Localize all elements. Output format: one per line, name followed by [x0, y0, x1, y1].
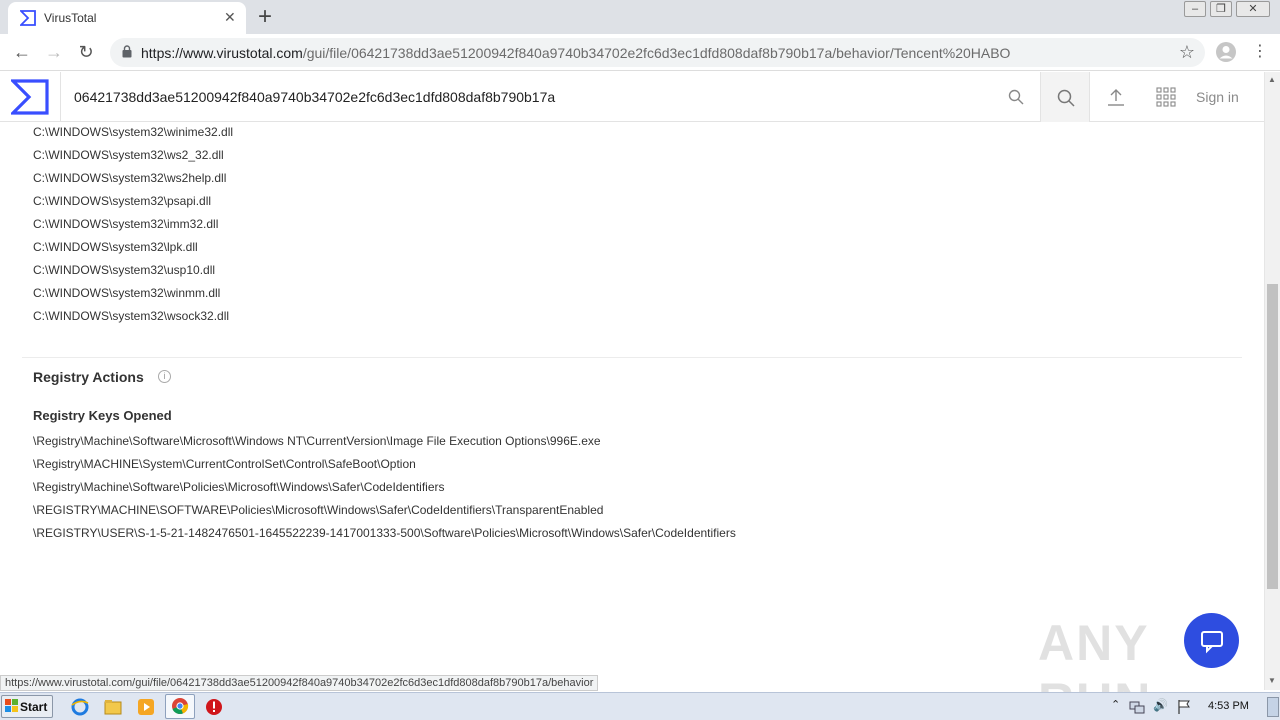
sign-in-link[interactable]: Sign in [1196, 89, 1239, 105]
registry-key: \Registry\MACHINE\System\CurrentControlS… [33, 457, 416, 471]
divider [60, 72, 61, 122]
media-player-icon[interactable] [136, 697, 156, 717]
scroll-up-arrow-icon[interactable]: ▲ [1268, 75, 1276, 84]
section-divider [22, 357, 1242, 358]
show-desktop-button[interactable] [1267, 697, 1279, 717]
browser-menu-icon[interactable]: ⋮ [1248, 40, 1272, 64]
dll-path: C:\WINDOWS\system32\lpk.dll [33, 240, 198, 254]
new-tab-button[interactable]: + [258, 3, 272, 31]
forward-arrow-icon[interactable]: → [42, 40, 66, 64]
registry-key: \REGISTRY\USER\S-1-5-21-1482476501-16455… [33, 526, 736, 540]
reload-icon[interactable]: ↻ [74, 40, 98, 64]
close-window-button[interactable]: ✕ [1236, 1, 1270, 17]
back-arrow-icon[interactable]: ← [10, 40, 34, 64]
browser-tab-strip: VirusTotal ✕ + – ❐ ✕ [0, 0, 1280, 34]
page-scrollbar[interactable]: ▲ ▼ [1264, 72, 1280, 690]
registry-key: \Registry\Machine\Software\Microsoft\Win… [33, 434, 601, 448]
url-text: https://www.virustotal.com/gui/file/0642… [141, 45, 1010, 61]
scroll-down-arrow-icon[interactable]: ▼ [1268, 676, 1276, 685]
bookmark-star-icon[interactable]: ☆ [1179, 42, 1195, 63]
behavior-content: C:\WINDOWS\system32\winime32.dll C:\WIND… [0, 122, 1264, 675]
chat-bubble-icon[interactable] [1184, 613, 1239, 668]
start-button[interactable]: Start [1, 695, 53, 718]
dll-path: C:\WINDOWS\system32\winime32.dll [33, 125, 234, 139]
windows-taskbar: Start ⌃ 🔊 4:53 PM [0, 692, 1280, 720]
dll-path: C:\WINDOWS\system32\winmm.dll [33, 286, 221, 300]
browser-toolbar: ← → ↻ https://www.virustotal.com/gui/fil… [0, 34, 1280, 71]
virustotal-logo-icon[interactable] [11, 79, 49, 115]
restore-window-button[interactable]: ❐ [1210, 1, 1232, 17]
dll-path: C:\WINDOWS\system32\usp10.dll [33, 263, 216, 277]
virustotal-favicon-icon [20, 10, 36, 26]
profile-avatar-icon[interactable] [1215, 41, 1237, 63]
upload-icon[interactable] [1106, 87, 1126, 107]
search-icon[interactable] [1008, 89, 1024, 105]
registry-actions-title: Registry Actions [33, 369, 144, 385]
dll-path: C:\WINDOWS\system32\psapi.dll [33, 194, 212, 208]
chrome-icon [172, 698, 189, 715]
dll-path: C:\WINDOWS\system32\wsock32.dll [33, 309, 230, 323]
taskbar-clock[interactable]: 4:53 PM [1208, 700, 1249, 712]
search-icon [1057, 89, 1075, 107]
show-hidden-icons-icon[interactable]: ⌃ [1111, 698, 1120, 711]
apps-grid-icon[interactable] [1156, 87, 1176, 107]
dll-path: C:\WINDOWS\system32\ws2help.dll [33, 171, 227, 185]
anyrun-watermark: ANY RUN [1038, 612, 1240, 720]
volume-icon[interactable]: 🔊 [1153, 698, 1168, 712]
network-icon[interactable] [1129, 699, 1145, 715]
tab-title: VirusTotal [44, 11, 97, 25]
dll-path: C:\WINDOWS\system32\imm32.dll [33, 217, 219, 231]
browser-tab[interactable]: VirusTotal ✕ [8, 2, 246, 34]
minimize-window-button[interactable]: – [1184, 1, 1206, 17]
info-icon[interactable]: i [158, 370, 171, 383]
internet-explorer-icon[interactable] [70, 697, 90, 717]
vt-header: 06421738dd3ae51200942f840a9740b34702e2fc… [0, 72, 1264, 122]
search-button[interactable] [1040, 72, 1090, 122]
registry-key: \Registry\Machine\Software\Policies\Micr… [33, 480, 445, 494]
start-label: Start [20, 700, 48, 714]
url-path: /gui/file/06421738dd3ae51200942f840a9740… [302, 45, 1011, 61]
action-center-flag-icon[interactable] [1177, 699, 1191, 715]
tab-close-icon[interactable]: ✕ [224, 9, 236, 26]
dll-path: C:\WINDOWS\system32\ws2_32.dll [33, 148, 224, 162]
search-input[interactable]: 06421738dd3ae51200942f840a9740b34702e2fc… [74, 89, 555, 105]
address-bar[interactable]: https://www.virustotal.com/gui/file/0642… [110, 38, 1205, 67]
chat-icon [1201, 631, 1223, 654]
scrollbar-thumb[interactable] [1267, 284, 1278, 589]
chrome-taskbar-button[interactable] [165, 694, 195, 719]
alert-stop-icon[interactable] [204, 697, 224, 717]
registry-keys-opened-title: Registry Keys Opened [33, 408, 172, 423]
lock-icon [122, 45, 132, 58]
registry-key: \REGISTRY\MACHINE\SOFTWARE\Policies\Micr… [33, 503, 604, 517]
status-bar-url: https://www.virustotal.com/gui/file/0642… [0, 675, 599, 691]
url-host: https://www.virustotal.com [141, 45, 303, 61]
system-tray: ⌃ 🔊 4:53 PM [1107, 695, 1280, 719]
windows-logo-icon [5, 699, 18, 712]
file-explorer-icon[interactable] [103, 697, 123, 717]
